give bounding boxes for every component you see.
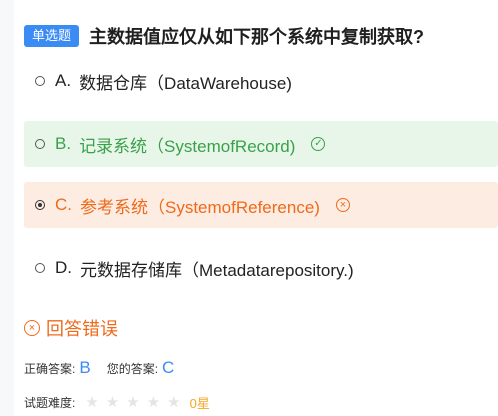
option-letter: B. xyxy=(55,134,72,153)
star-icon: ★ xyxy=(146,394,161,411)
star-icon: ★ xyxy=(167,394,181,411)
option-text: 记录系统（SystemofRecord) xyxy=(79,136,296,156)
option-a[interactable]: A. 数据仓库（DataWarehouse) xyxy=(24,58,498,104)
option-letter: A. xyxy=(55,71,72,90)
radio-checked-icon[interactable] xyxy=(35,200,45,210)
question-card: 单选题 主数据值应仅从如下那个系统中复制获取? A. 数据仓库（DataWare… xyxy=(14,0,498,416)
radio-icon[interactable] xyxy=(35,139,45,149)
difficulty-stars-text: 0星 xyxy=(189,395,210,411)
question-title: 主数据值应仅从如下那个系统中复制获取? xyxy=(89,27,425,47)
option-text: 参考系统（SystemofReference) xyxy=(80,197,320,217)
difficulty-stars: ★ ★ ★ ★ ★ xyxy=(85,393,187,411)
star-icon: ★ xyxy=(85,394,99,411)
radio-icon[interactable] xyxy=(35,76,45,86)
option-d[interactable]: D. 元数据存储库（Metadatarepository.) xyxy=(24,245,498,291)
difficulty-label: 试题难度: xyxy=(24,395,76,410)
answer-summary: 正确答案: B 您的答案: C xyxy=(24,358,190,378)
correct-answer-label: 正确答案: xyxy=(24,361,76,376)
option-b[interactable]: B. 记录系统（SystemofRecord) ✓ xyxy=(24,121,498,167)
option-letter: D. xyxy=(55,258,72,277)
star-icon: ★ xyxy=(105,394,120,411)
x-circle-icon: × xyxy=(24,320,40,336)
check-circle-icon: ✓ xyxy=(311,137,326,151)
question-type-badge: 单选题 xyxy=(24,25,80,47)
option-letter: C. xyxy=(55,195,72,214)
option-text: 元数据存储库（Metadatarepository.) xyxy=(80,260,354,280)
answer-result: × 回答错误 xyxy=(24,316,118,340)
question-header: 单选题 主数据值应仅从如下那个系统中复制获取? xyxy=(24,24,424,48)
my-answer-label: 您的答案: xyxy=(106,361,159,376)
option-text: 数据仓库（DataWarehouse) xyxy=(79,73,292,93)
radio-icon[interactable] xyxy=(35,263,45,273)
star-icon: ★ xyxy=(126,394,140,411)
correct-answer-value: B xyxy=(79,358,91,377)
option-c[interactable]: C. 参考系统（SystemofReference) × xyxy=(24,182,498,228)
my-answer-value: C xyxy=(162,358,175,377)
result-text: 回答错误 xyxy=(46,319,118,339)
x-circle-icon: × xyxy=(335,198,350,212)
difficulty-row: 试题难度: ★ ★ ★ ★ ★ 0星 xyxy=(24,392,210,412)
